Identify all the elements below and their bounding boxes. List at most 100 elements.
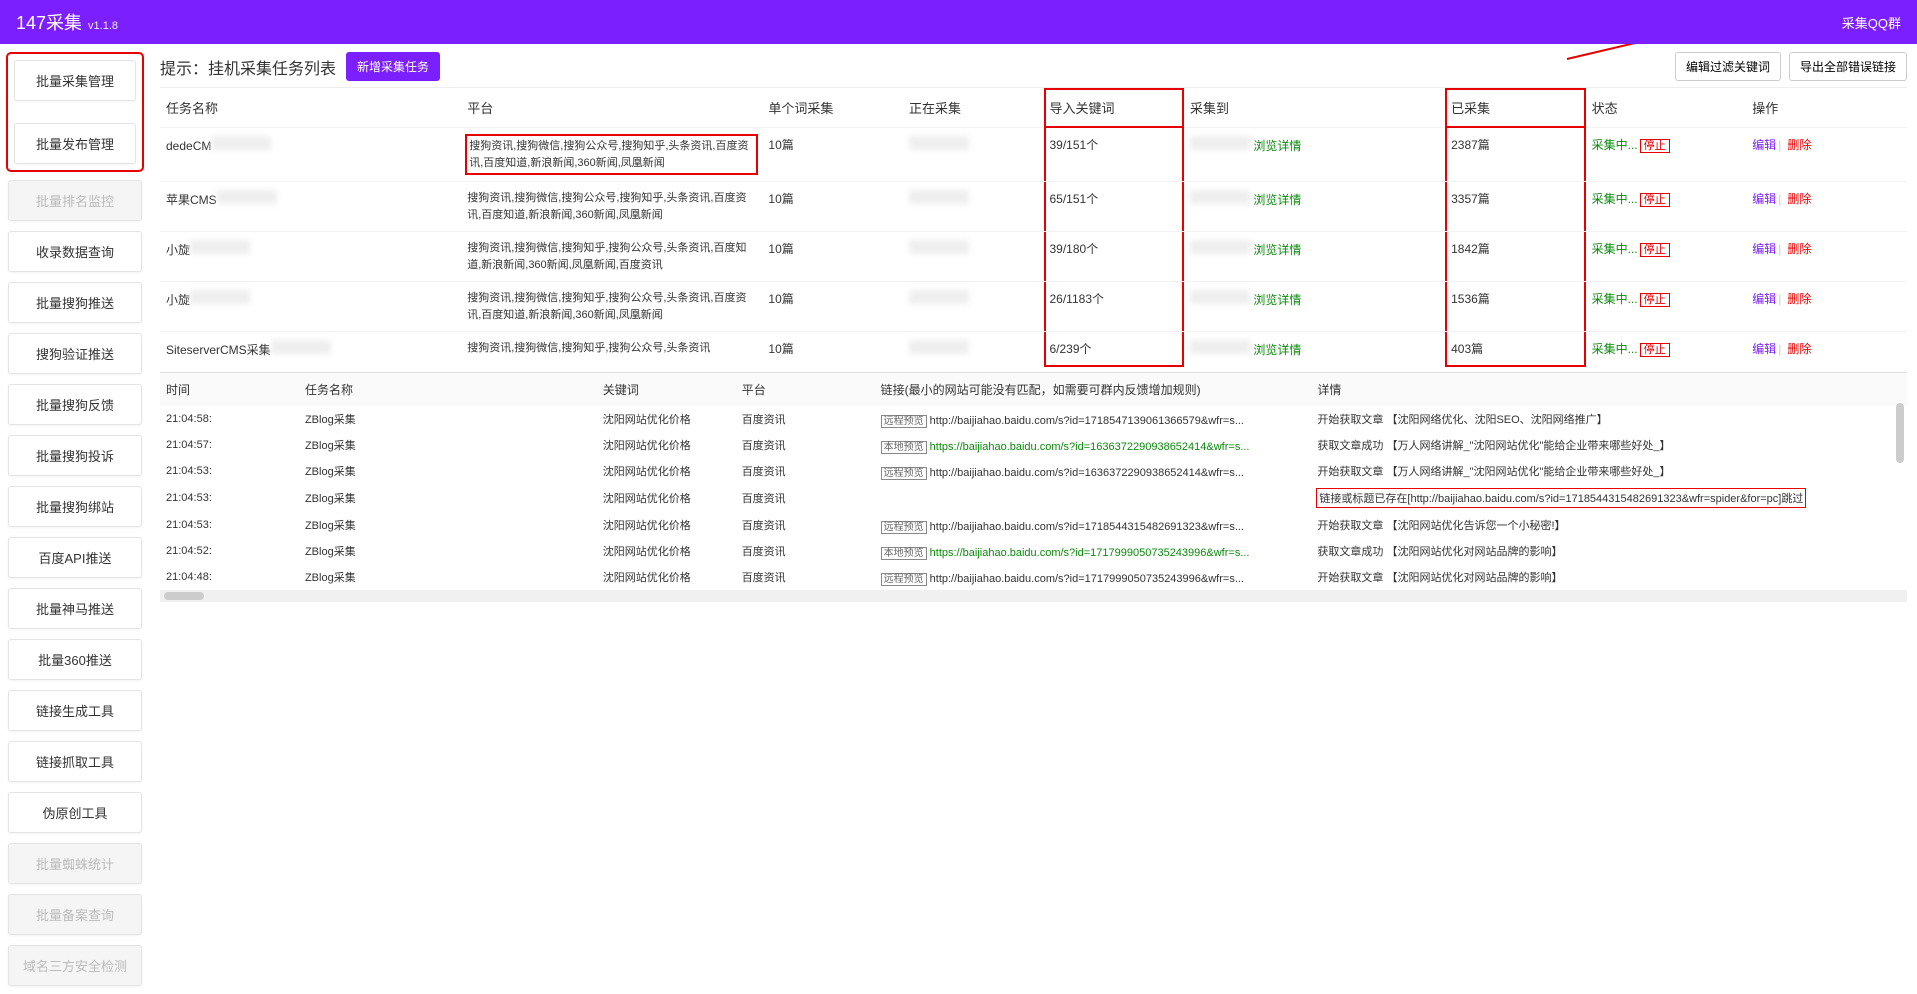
log-platform: 百度资讯 [736,512,875,538]
th-status: 状态 [1586,88,1747,128]
log-row: 21:04:57:ZBlog采集沈阳网站优化价格百度资讯本地预览https://… [160,432,1907,458]
log-link: 远程预览http://baijiahao.baidu.com/s?id=1717… [875,564,1312,590]
delete-link[interactable]: 删除 [1787,192,1811,206]
status-cell: 采集中...停止 [1586,232,1747,282]
single-cell: 10篇 [762,332,903,367]
single-cell: 10篇 [762,128,903,182]
log-keyword: 沈阳网站优化价格 [597,512,736,538]
collected-cell: 1536篇 [1445,282,1586,332]
sidebar-item-8[interactable]: 批量搜狗绑站 [8,486,142,527]
delete-link[interactable]: 删除 [1787,242,1811,256]
qq-group-link[interactable]: 采集QQ群 [1842,13,1901,32]
export-errors-button[interactable]: 导出全部错误链接 [1789,52,1907,81]
log-time: 21:04:48: [160,564,299,590]
log-row: 21:04:53:ZBlog采集沈阳网站优化价格百度资讯远程预览http://b… [160,512,1907,538]
sidebar-item-6[interactable]: 批量搜狗反馈 [8,384,142,425]
sidebar-item-12[interactable]: 链接生成工具 [8,690,142,731]
detail-link[interactable]: 浏览详情 [1253,193,1301,207]
log-keyword: 沈阳网站优化价格 [597,538,736,564]
log-scrollbar-vertical[interactable] [1895,403,1905,972]
log-scrollbar-horizontal[interactable] [160,590,1907,602]
edit-filter-button[interactable]: 编辑过滤关键词 [1675,52,1781,81]
log-url[interactable]: http://baijiahao.baidu.com/s?id=16363722… [930,467,1244,479]
blurred-text [909,136,969,150]
sidebar-item-14[interactable]: 伪原创工具 [8,792,142,833]
sidebar-item-11[interactable]: 批量360推送 [8,639,142,680]
stop-button[interactable]: 停止 [1640,243,1670,257]
log-row: 21:04:53:ZBlog采集沈阳网站优化价格百度资讯链接或标题已存在[htt… [160,484,1907,512]
blurred-text [1190,136,1250,150]
task-name-cell: 苹果CMS [160,182,461,232]
th-task-name: 任务名称 [160,88,461,128]
log-url[interactable]: https://baijiahao.baidu.com/s?id=1717999… [930,547,1250,559]
log-keyword: 沈阳网站优化价格 [597,564,736,590]
log-time: 21:04:58: [160,406,299,432]
status-cell: 采集中...停止 [1586,182,1747,232]
log-keyword: 沈阳网站优化价格 [597,458,736,484]
th-log-keyword: 关键词 [597,373,736,406]
status-cell: 采集中...停止 [1586,332,1747,367]
log-detail: 开始获取文章 【万人网络讲解_"沈阳网站优化"能给企业带来哪些好处_】 [1311,458,1907,484]
detail-link[interactable]: 浏览详情 [1253,293,1301,307]
sidebar-item-0[interactable]: 批量采集管理 [14,60,136,101]
edit-link[interactable]: 编辑 [1752,242,1776,256]
sidebar-item-10[interactable]: 批量神马推送 [8,588,142,629]
remote-preview-badge[interactable]: 远程预览 [881,521,927,534]
collect-to-cell: 浏览详情 [1184,128,1445,182]
single-cell: 10篇 [762,232,903,282]
keywords-cell: 39/151个 [1044,128,1185,182]
remote-preview-badge[interactable]: 远程预览 [881,467,927,480]
keywords-cell: 6/239个 [1044,332,1185,367]
collect-to-cell: 浏览详情 [1184,332,1445,367]
blurred-text [909,190,969,204]
log-link: 远程预览http://baijiahao.baidu.com/s?id=1718… [875,512,1312,538]
detail-link[interactable]: 浏览详情 [1253,139,1301,153]
delete-link[interactable]: 删除 [1787,292,1811,306]
delete-link[interactable]: 删除 [1787,138,1811,152]
delete-link[interactable]: 删除 [1787,342,1811,356]
stop-button[interactable]: 停止 [1640,139,1670,153]
log-link: 本地预览https://baijiahao.baidu.com/s?id=171… [875,538,1312,564]
local-preview-badge[interactable]: 本地预览 [881,441,927,454]
sidebar-item-4[interactable]: 批量搜狗推送 [8,282,142,323]
page-head: 提示：挂机采集任务列表 新增采集任务 编辑过滤关键词 导出全部错误链接 [160,52,1907,81]
running-cell [903,128,1044,182]
sidebar-item-3[interactable]: 收录数据查询 [8,231,142,272]
stop-button[interactable]: 停止 [1640,193,1670,207]
sidebar-item-1[interactable]: 批量发布管理 [14,123,136,164]
sidebar-item-9[interactable]: 百度API推送 [8,537,142,578]
running-cell [903,282,1044,332]
task-name-cell: 小旋 [160,282,461,332]
log-keyword: 沈阳网站优化价格 [597,432,736,458]
single-cell: 10篇 [762,182,903,232]
log-time: 21:04:57: [160,432,299,458]
local-preview-badge[interactable]: 本地预览 [881,547,927,560]
edit-link[interactable]: 编辑 [1752,342,1776,356]
log-row: 21:04:48:ZBlog采集沈阳网站优化价格百度资讯远程预览http://b… [160,564,1907,590]
sidebar-item-13[interactable]: 链接抓取工具 [8,741,142,782]
remote-preview-badge[interactable]: 远程预览 [881,415,927,428]
blurred-text [271,340,331,354]
status-cell: 采集中...停止 [1586,128,1747,182]
detail-link[interactable]: 浏览详情 [1253,243,1301,257]
edit-link[interactable]: 编辑 [1752,138,1776,152]
sidebar-item-5[interactable]: 搜狗验证推送 [8,333,142,374]
edit-link[interactable]: 编辑 [1752,192,1776,206]
log-task: ZBlog采集 [299,538,597,564]
log-url[interactable]: http://baijiahao.baidu.com/s?id=17179990… [930,573,1244,585]
remote-preview-badge[interactable]: 远程预览 [881,573,927,586]
detail-link[interactable]: 浏览详情 [1253,343,1301,357]
log-url[interactable]: https://baijiahao.baidu.com/s?id=1636372… [930,441,1250,453]
log-link: 远程预览http://baijiahao.baidu.com/s?id=1636… [875,458,1312,484]
log-url[interactable]: http://baijiahao.baidu.com/s?id=17185471… [930,415,1244,427]
logs-table: 时间 任务名称 关键词 平台 链接(最小的网站可能没有匹配，如需要可群内反馈增加… [160,373,1907,590]
log-task: ZBlog采集 [299,458,597,484]
add-task-button[interactable]: 新增采集任务 [346,52,440,81]
sidebar-item-7[interactable]: 批量搜狗投诉 [8,435,142,476]
edit-link[interactable]: 编辑 [1752,292,1776,306]
sidebar-item-15: 批量蜘蛛统计 [8,843,142,884]
log-url[interactable]: http://baijiahao.baidu.com/s?id=17185443… [930,521,1244,533]
stop-button[interactable]: 停止 [1640,343,1670,357]
log-detail: 开始获取文章 【沈阳网站优化告诉您一个小秘密!】 [1311,512,1907,538]
stop-button[interactable]: 停止 [1640,293,1670,307]
